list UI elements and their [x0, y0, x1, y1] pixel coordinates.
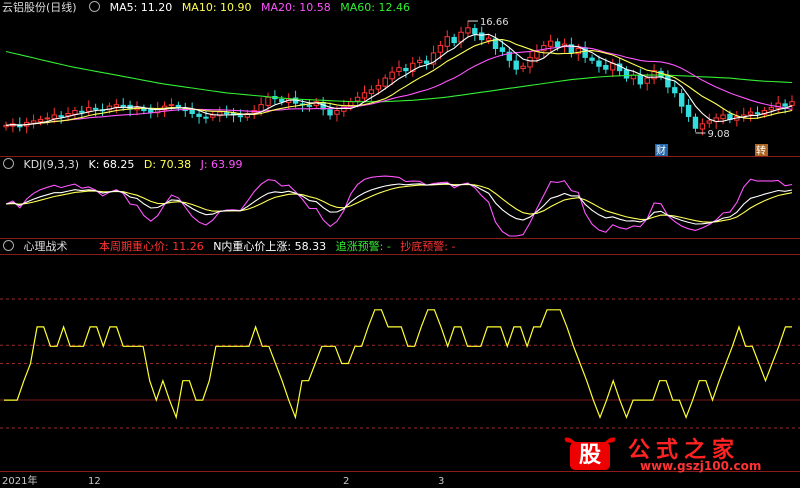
candle	[306, 99, 313, 112]
candle	[589, 54, 595, 65]
x-tick-3: 3	[438, 476, 445, 487]
candle	[506, 47, 513, 68]
settings-circle-icon[interactable]	[89, 1, 101, 12]
candle	[706, 113, 712, 128]
candle	[678, 88, 685, 114]
candle	[37, 115, 44, 126]
ma20-label: MA20: 10.58	[261, 1, 331, 14]
candle	[423, 55, 430, 70]
candle	[651, 64, 657, 85]
kdj-d-line	[5, 183, 793, 223]
candle	[44, 112, 51, 126]
badge-zhuan-label: 转	[756, 144, 766, 156]
candle	[361, 85, 368, 103]
candle	[17, 117, 23, 132]
stock-name[interactable]: 云铝股份(日线)	[2, 1, 77, 14]
high-label: 16.66	[480, 17, 509, 28]
candle	[3, 121, 9, 131]
candle	[472, 23, 478, 41]
candle	[210, 111, 216, 121]
x-tick-2021: 2021年	[2, 476, 38, 487]
candle	[30, 114, 37, 129]
xinli-item-1: N内重心价上涨: 58.33	[213, 240, 327, 253]
xinli-header: 心理战术 本周期重心价: 11.26 N内重心价上涨: 58.33 追涨预警: …	[0, 239, 461, 255]
candle	[479, 26, 485, 46]
kdj-j-line	[5, 175, 793, 237]
candle	[217, 106, 223, 123]
kdj-chart[interactable]	[0, 170, 800, 238]
panel-divider	[0, 254, 800, 255]
candle	[396, 60, 402, 76]
candle	[685, 99, 692, 122]
candle	[527, 51, 533, 74]
candle	[279, 95, 285, 106]
x-tick-12: 12	[88, 476, 101, 487]
xinli-item-3: 抄底预警: -	[400, 240, 456, 253]
ma20-line	[5, 46, 793, 126]
watermark-logo: 股 公式之家 www.gszj100.com	[560, 434, 795, 473]
candle	[547, 34, 554, 52]
candle	[86, 100, 92, 116]
ma10-line	[5, 39, 793, 126]
candle	[458, 26, 464, 49]
ma60-label: MA60: 12.46	[340, 1, 410, 14]
candle	[485, 34, 492, 45]
badge-cai-label: 财	[656, 144, 666, 156]
ma60-line	[5, 50, 793, 103]
candle	[430, 45, 437, 69]
xinli-item-2: 追涨预警: -	[335, 240, 391, 253]
candle	[410, 56, 416, 77]
candlestick-chart[interactable]: 16.66 9.08 财 转	[0, 14, 800, 156]
candle	[789, 95, 795, 111]
candle	[513, 54, 519, 75]
candle	[692, 113, 699, 132]
ma10-label: MA10: 10.90	[181, 1, 252, 14]
xinli-title[interactable]: 心理战术	[24, 240, 68, 253]
candle	[251, 105, 257, 120]
candle	[568, 37, 575, 58]
low-label: 9.08	[707, 129, 729, 140]
settings-circle-icon[interactable]	[3, 158, 14, 169]
candle	[582, 41, 588, 63]
settings-circle-icon[interactable]	[3, 240, 14, 251]
candle	[637, 68, 644, 89]
candle	[72, 106, 78, 118]
candle	[741, 107, 747, 122]
kdj-k-line	[5, 182, 793, 225]
candle	[754, 106, 761, 119]
candle	[196, 109, 202, 124]
candle	[610, 58, 616, 78]
candle	[672, 80, 678, 98]
ma5-line	[5, 33, 793, 126]
logo-char: 股	[578, 443, 601, 468]
candle	[65, 107, 71, 122]
candle	[665, 70, 671, 94]
candle	[747, 107, 754, 122]
candle	[444, 30, 450, 52]
candle	[327, 102, 333, 120]
ma5-label: MA5: 11.20	[109, 1, 173, 14]
candle	[465, 20, 471, 38]
candle	[520, 62, 526, 73]
site-url: www.gszj100.com	[640, 459, 762, 473]
candle	[416, 56, 423, 67]
candle	[451, 33, 457, 47]
x-tick-2: 2	[343, 476, 350, 487]
candle	[23, 117, 30, 134]
candle	[79, 105, 85, 119]
xinli-item-0: 本周期重心价: 11.26	[99, 240, 204, 253]
candle	[148, 104, 154, 119]
candle	[189, 102, 195, 119]
candle	[10, 118, 16, 133]
candle	[120, 98, 126, 111]
candle	[141, 104, 147, 115]
